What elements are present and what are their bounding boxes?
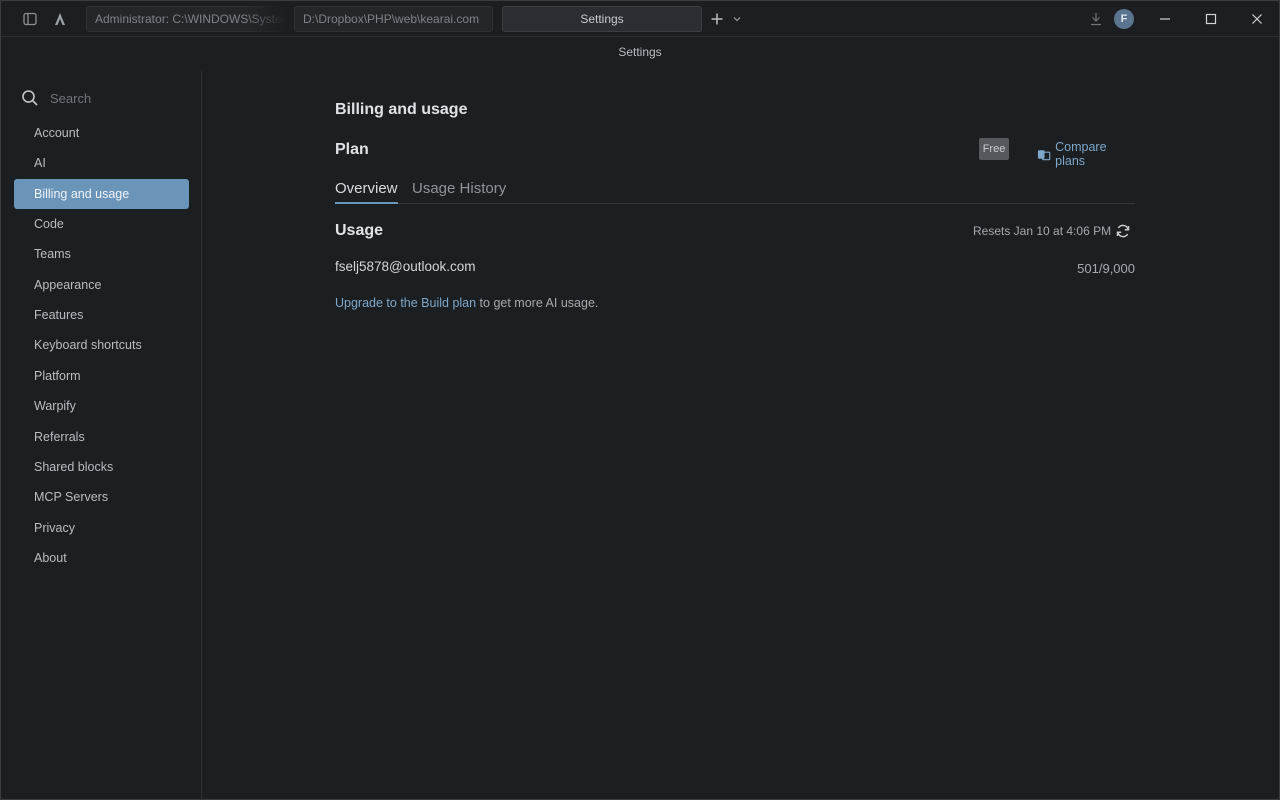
page-title: Settings (618, 45, 662, 59)
sidebar-item-privacy[interactable]: Privacy (14, 513, 189, 543)
tab-dropbox-terminal[interactable]: D:\Dropbox\PHP\web\kearai.com (294, 6, 493, 32)
account-email: fselj5878@outlook.com (335, 259, 476, 274)
tab-usage-history[interactable]: Usage History (412, 179, 506, 204)
tab-admin-terminal[interactable]: Administrator: C:\WINDOWS\System32 (86, 6, 286, 32)
sidebar-item-warpify[interactable]: Warpify (14, 391, 189, 421)
settings-sidebar: Search Account AI Billing and usage Code… (1, 71, 202, 800)
sidebar-item-ai[interactable]: AI (14, 148, 189, 178)
sidebar-item-keyboard-shortcuts[interactable]: Keyboard shortcuts (14, 330, 189, 360)
sidebar-item-features[interactable]: Features (14, 300, 189, 330)
compare-plans-icon (1037, 149, 1051, 160)
sidebar-item-teams[interactable]: Teams (14, 239, 189, 269)
sidebar-item-account[interactable]: Account (14, 118, 189, 148)
maximize-icon[interactable] (1188, 1, 1234, 37)
search-input[interactable]: Search (21, 89, 191, 109)
sidebar-item-shared-blocks[interactable]: Shared blocks (14, 452, 189, 482)
plan-badge: Free (979, 138, 1009, 160)
section-title: Billing and usage (335, 101, 468, 118)
sidebar-item-appearance[interactable]: Appearance (14, 270, 189, 300)
compare-plans-label[interactable]: Compare plans (1055, 140, 1135, 168)
sidebar-item-platform[interactable]: Platform (14, 361, 189, 391)
chevron-down-icon[interactable] (728, 9, 746, 29)
sidebar-item-code[interactable]: Code (14, 209, 189, 239)
usage-title: Usage (335, 222, 384, 239)
avatar[interactable]: F (1114, 9, 1134, 29)
upgrade-link[interactable]: Upgrade to the Build plan (335, 296, 476, 310)
sidebar-toggle-icon[interactable] (20, 9, 40, 29)
tab-overview[interactable]: Overview (335, 179, 398, 204)
minimize-icon[interactable] (1142, 1, 1188, 37)
tab-settings[interactable]: Settings (502, 6, 702, 32)
compare-plans-link[interactable]: Compare plans (1037, 140, 1135, 168)
search-icon (21, 89, 39, 112)
plan-tabs: Overview Usage History (335, 179, 1135, 204)
upgrade-message: Upgrade to the Build plan to get more AI… (335, 296, 598, 310)
app-window: Administrator: C:\WINDOWS\System32 D:\Dr… (0, 0, 1280, 800)
new-tab-icon[interactable] (707, 9, 727, 29)
update-icon[interactable] (1086, 9, 1106, 29)
refresh-icon[interactable] (1115, 223, 1131, 239)
warp-logo-icon (50, 9, 70, 29)
upgrade-suffix: to get more AI usage. (476, 296, 599, 310)
usage-reset-text: Resets Jan 10 at 4:06 PM (973, 224, 1112, 238)
search-placeholder: Search (50, 91, 92, 106)
plan-title: Plan (335, 141, 369, 158)
usage-count: 501/9,000 (1077, 261, 1135, 276)
title-bar: Administrator: C:\WINDOWS\System32 D:\Dr… (1, 1, 1279, 37)
sidebar-item-mcp-servers[interactable]: MCP Servers (14, 482, 189, 512)
sidebar-item-billing-and-usage[interactable]: Billing and usage (14, 179, 189, 209)
close-icon[interactable] (1234, 1, 1280, 37)
sidebar-item-referrals[interactable]: Referrals (14, 422, 189, 452)
sidebar-item-about[interactable]: About (14, 543, 189, 573)
